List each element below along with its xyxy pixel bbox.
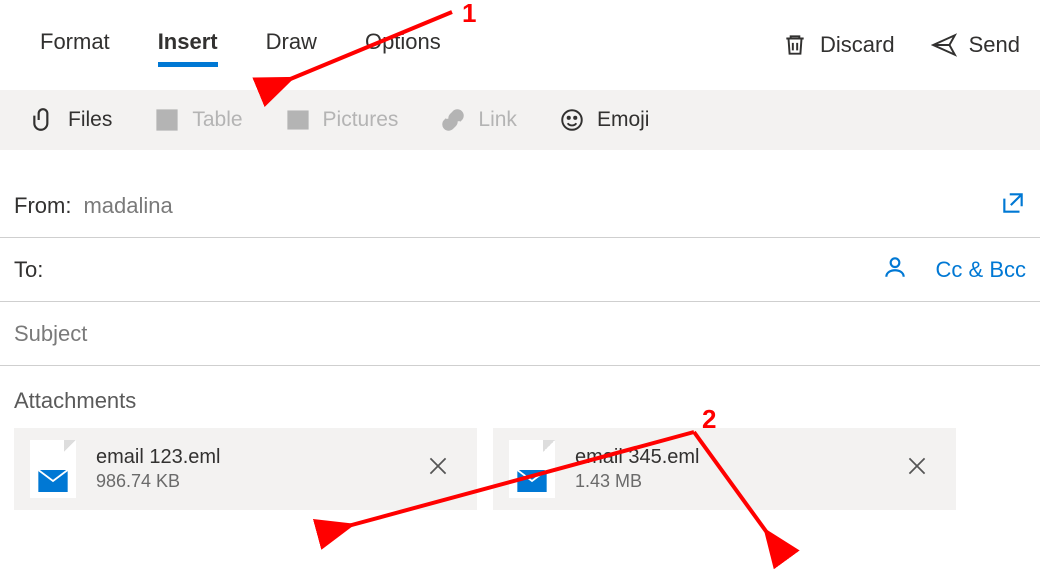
person-icon [882,254,908,280]
tab-options[interactable]: Options [365,29,441,61]
insert-ribbon: Files Table Pictures Link Emoji [0,90,1040,150]
from-value[interactable]: madalina [83,193,988,219]
close-icon [425,453,451,479]
attachment-card[interactable]: email 345.eml 1.43 MB [493,428,956,510]
subject-input[interactable]: Subject [14,321,87,347]
insert-pictures-button: Pictures [285,107,399,133]
attachment-name: email 345.eml [575,446,874,469]
insert-emoji-button[interactable]: Emoji [559,107,650,133]
popout-icon [1000,190,1026,216]
picture-icon [285,107,311,133]
eml-file-icon [509,440,555,498]
popout-button[interactable] [1000,190,1026,221]
insert-files-button[interactable]: Files [30,107,112,133]
link-icon [440,107,466,133]
attachment-card[interactable]: email 123.eml 986.74 KB [14,428,477,510]
eml-file-icon [30,440,76,498]
send-button[interactable]: Send [931,32,1020,58]
tab-insert[interactable]: Insert [158,29,218,61]
insert-table-button: Table [154,107,242,133]
attachment-size: 1.43 MB [575,471,874,492]
send-icon [931,32,957,58]
remove-attachment-button[interactable] [894,447,940,492]
from-row: From: madalina [0,174,1040,238]
trash-icon [782,32,808,58]
discard-button[interactable]: Discard [782,32,895,58]
cc-bcc-button[interactable]: Cc & Bcc [936,257,1026,283]
paperclip-icon [30,107,56,133]
attachments-list: email 123.eml 986.74 KB email 345.eml 1.… [0,428,1040,510]
insert-link-button: Link [440,107,517,133]
remove-attachment-button[interactable] [415,447,461,492]
mail-icon [517,470,547,492]
add-recipient-button[interactable] [882,254,908,285]
subject-row[interactable]: Subject [0,302,1040,366]
from-label: From: [14,193,71,219]
mail-icon [38,470,68,492]
to-label: To: [14,257,43,283]
tab-bar: Format Insert Draw Options Discard Send [0,0,1040,90]
attachment-size: 986.74 KB [96,471,395,492]
table-icon [154,107,180,133]
close-icon [904,453,930,479]
to-row[interactable]: To: Cc & Bcc [0,238,1040,302]
attachments-label: Attachments [0,366,1040,428]
tab-draw[interactable]: Draw [266,29,317,61]
tab-format[interactable]: Format [40,29,110,61]
emoji-icon [559,107,585,133]
attachment-name: email 123.eml [96,446,395,469]
